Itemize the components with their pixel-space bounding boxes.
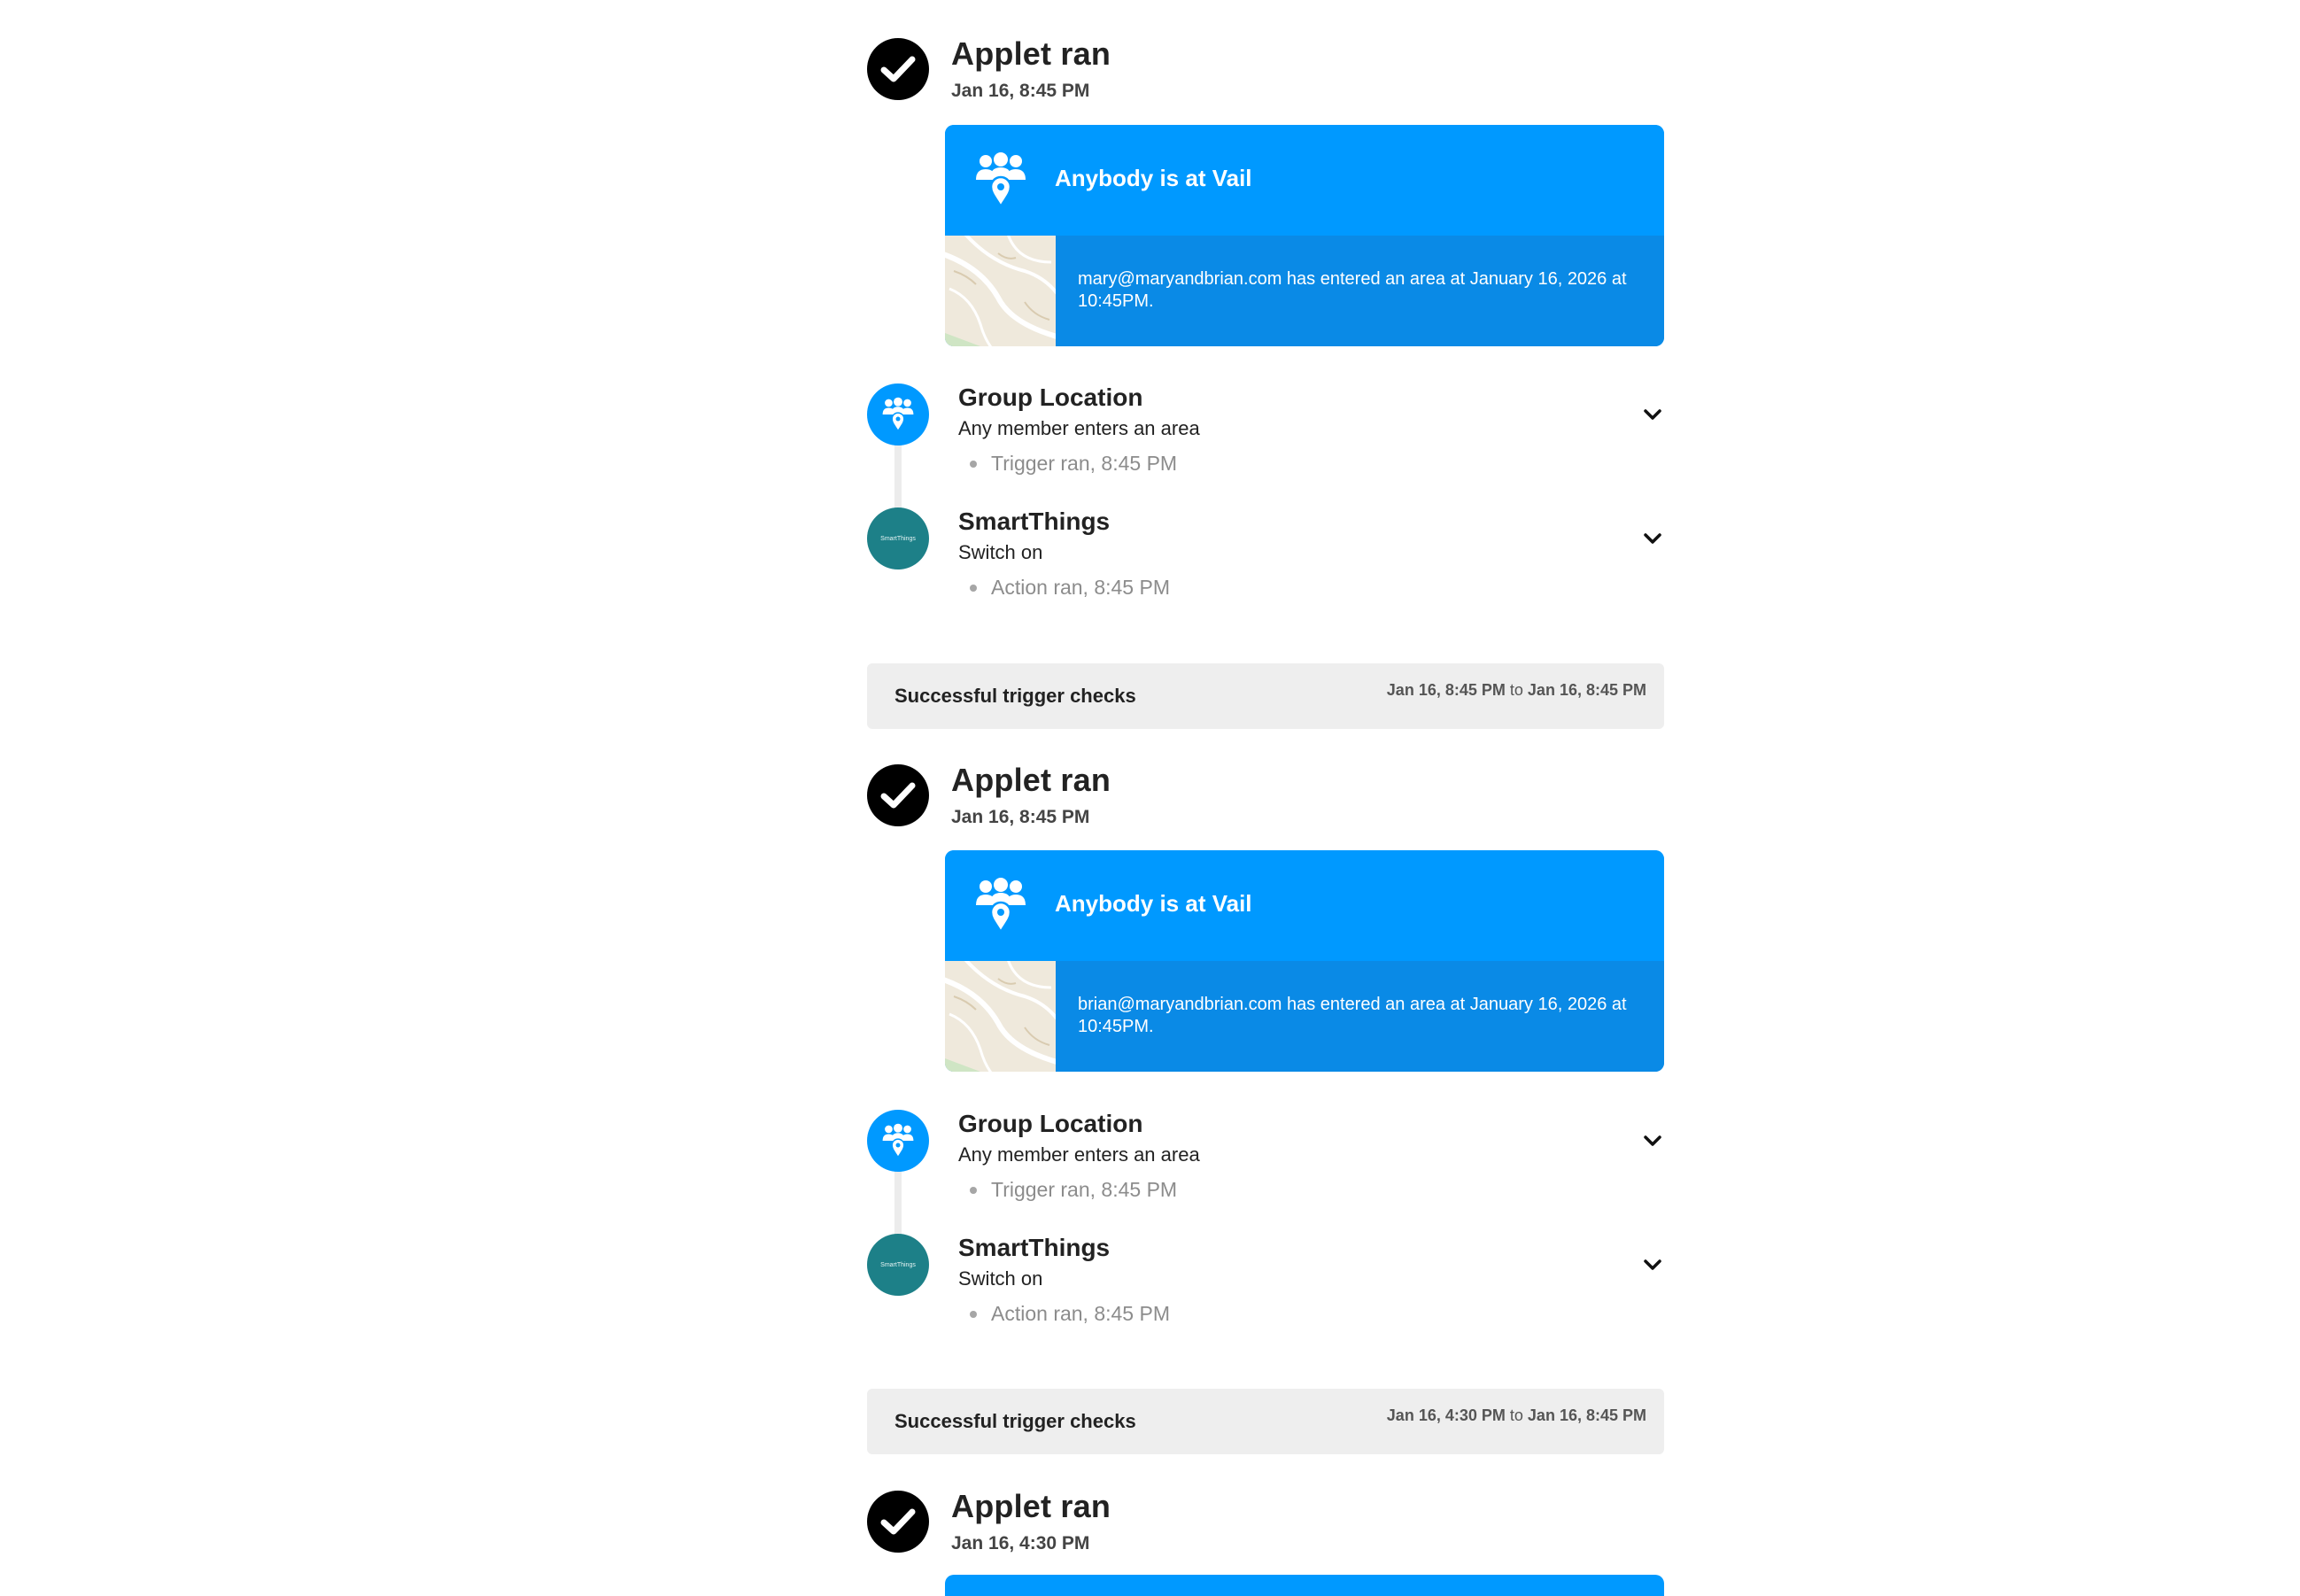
event-card-text: brian@maryandbrian.com has entered an ar… <box>1078 995 1627 1036</box>
group-location-icon <box>867 384 929 445</box>
event-card[interactable]: Anybody is at Vail mary@maryandbrian.com… <box>945 125 1664 346</box>
step-status: Trigger ran, 8:45 PM <box>991 452 1178 475</box>
smartthings-icon-label: SmartThings <box>880 1261 916 1268</box>
applet-run-header: Applet ran Jan 16, 8:45 PM <box>867 726 1664 850</box>
step-description: Any member enters an area <box>958 417 1200 439</box>
group-location-icon <box>867 1110 929 1172</box>
check-icon <box>867 1491 929 1553</box>
step-service-name: Group Location <box>958 384 1143 411</box>
applet-run-title: Applet ran <box>951 762 1111 798</box>
step-description: Any member enters an area <box>958 1143 1200 1166</box>
range-end: Jan 16, 8:45 PM <box>1527 681 1646 699</box>
range-end: Jan 16, 8:45 PM <box>1527 1406 1646 1424</box>
chevron-down-icon[interactable] <box>1641 403 1664 426</box>
status-dot <box>970 585 977 592</box>
step-status: Trigger ran, 8:45 PM <box>991 1178 1178 1201</box>
event-card-title: Anybody is at Vail <box>1055 890 1252 917</box>
applet-run-header: Applet ran Jan 16, 8:45 PM <box>867 0 1664 124</box>
step-description: Switch on <box>958 541 1043 563</box>
event-card[interactable]: Anybody is at Vail brian@maryandbrian.co… <box>945 850 1664 1072</box>
step-action[interactable]: SmartThings SmartThings Switch on Action… <box>867 507 1664 631</box>
step-trigger[interactable]: Group Location Any member enters an area… <box>867 1110 1664 1234</box>
applet-run-time: Jan 16, 8:45 PM <box>951 807 1090 827</box>
applet-run-title: Applet ran <box>951 1488 1111 1524</box>
step-service-name: Group Location <box>958 1110 1143 1137</box>
applet-run-header: Applet ran Jan 16, 4:30 PM <box>867 1453 1664 1577</box>
trigger-checks-bar[interactable]: Successful trigger checks Jan 16, 4:30 P… <box>867 1389 1664 1454</box>
step-status: Action ran, 8:45 PM <box>991 1302 1170 1325</box>
event-card[interactable] <box>945 1575 1664 1596</box>
event-card-text: mary@maryandbrian.com has entered an are… <box>1078 269 1627 311</box>
event-card-header: Anybody is at Vail <box>945 850 1664 961</box>
chevron-down-icon[interactable] <box>1641 1253 1664 1276</box>
range-to-word: to <box>1509 681 1523 699</box>
step-service-name: SmartThings <box>958 1234 1111 1261</box>
group-location-icon <box>976 152 1026 208</box>
smartthings-icon: SmartThings <box>867 507 929 569</box>
event-card-body: brian@maryandbrian.com has entered an ar… <box>945 961 1664 1072</box>
status-dot <box>970 461 977 468</box>
step-trigger[interactable]: Group Location Any member enters an area… <box>867 384 1664 507</box>
status-dot <box>970 1187 977 1194</box>
check-icon <box>867 38 929 100</box>
event-card-title: Anybody is at Vail <box>1055 165 1252 191</box>
range-start: Jan 16, 8:45 PM <box>1386 681 1506 699</box>
chevron-down-icon[interactable] <box>1641 527 1664 550</box>
map-thumbnail <box>945 236 1056 346</box>
smartthings-icon-label: SmartThings <box>880 535 916 542</box>
map-thumbnail <box>945 961 1056 1072</box>
trigger-checks-range: Jan 16, 8:45 PM to Jan 16, 8:45 PM <box>1387 681 1646 700</box>
status-dot <box>970 1311 977 1318</box>
step-service-name: SmartThings <box>958 507 1111 535</box>
applet-run-time: Jan 16, 4:30 PM <box>951 1533 1090 1553</box>
trigger-checks-label: Successful trigger checks <box>894 685 1136 707</box>
activity-page: Applet ran Jan 16, 8:45 PM Anybody is at… <box>0 0 2300 1596</box>
range-to-word: to <box>1509 1406 1523 1424</box>
group-location-icon <box>976 878 1026 934</box>
step-description: Switch on <box>958 1267 1043 1290</box>
applet-run-time: Jan 16, 8:45 PM <box>951 81 1090 101</box>
trigger-checks-label: Successful trigger checks <box>894 1410 1136 1432</box>
event-card-header: Anybody is at Vail <box>945 125 1664 236</box>
step-action[interactable]: SmartThings SmartThings Switch on Action… <box>867 1234 1664 1358</box>
trigger-checks-bar[interactable]: Successful trigger checks Jan 16, 8:45 P… <box>867 663 1664 729</box>
range-start: Jan 16, 4:30 PM <box>1386 1406 1506 1424</box>
step-status: Action ran, 8:45 PM <box>991 576 1170 599</box>
event-card-body: mary@maryandbrian.com has entered an are… <box>945 236 1664 346</box>
check-icon <box>867 764 929 826</box>
applet-run-title: Applet ran <box>951 35 1111 72</box>
chevron-down-icon[interactable] <box>1641 1129 1664 1152</box>
smartthings-icon: SmartThings <box>867 1234 929 1296</box>
trigger-checks-range: Jan 16, 4:30 PM to Jan 16, 8:45 PM <box>1387 1406 1646 1425</box>
